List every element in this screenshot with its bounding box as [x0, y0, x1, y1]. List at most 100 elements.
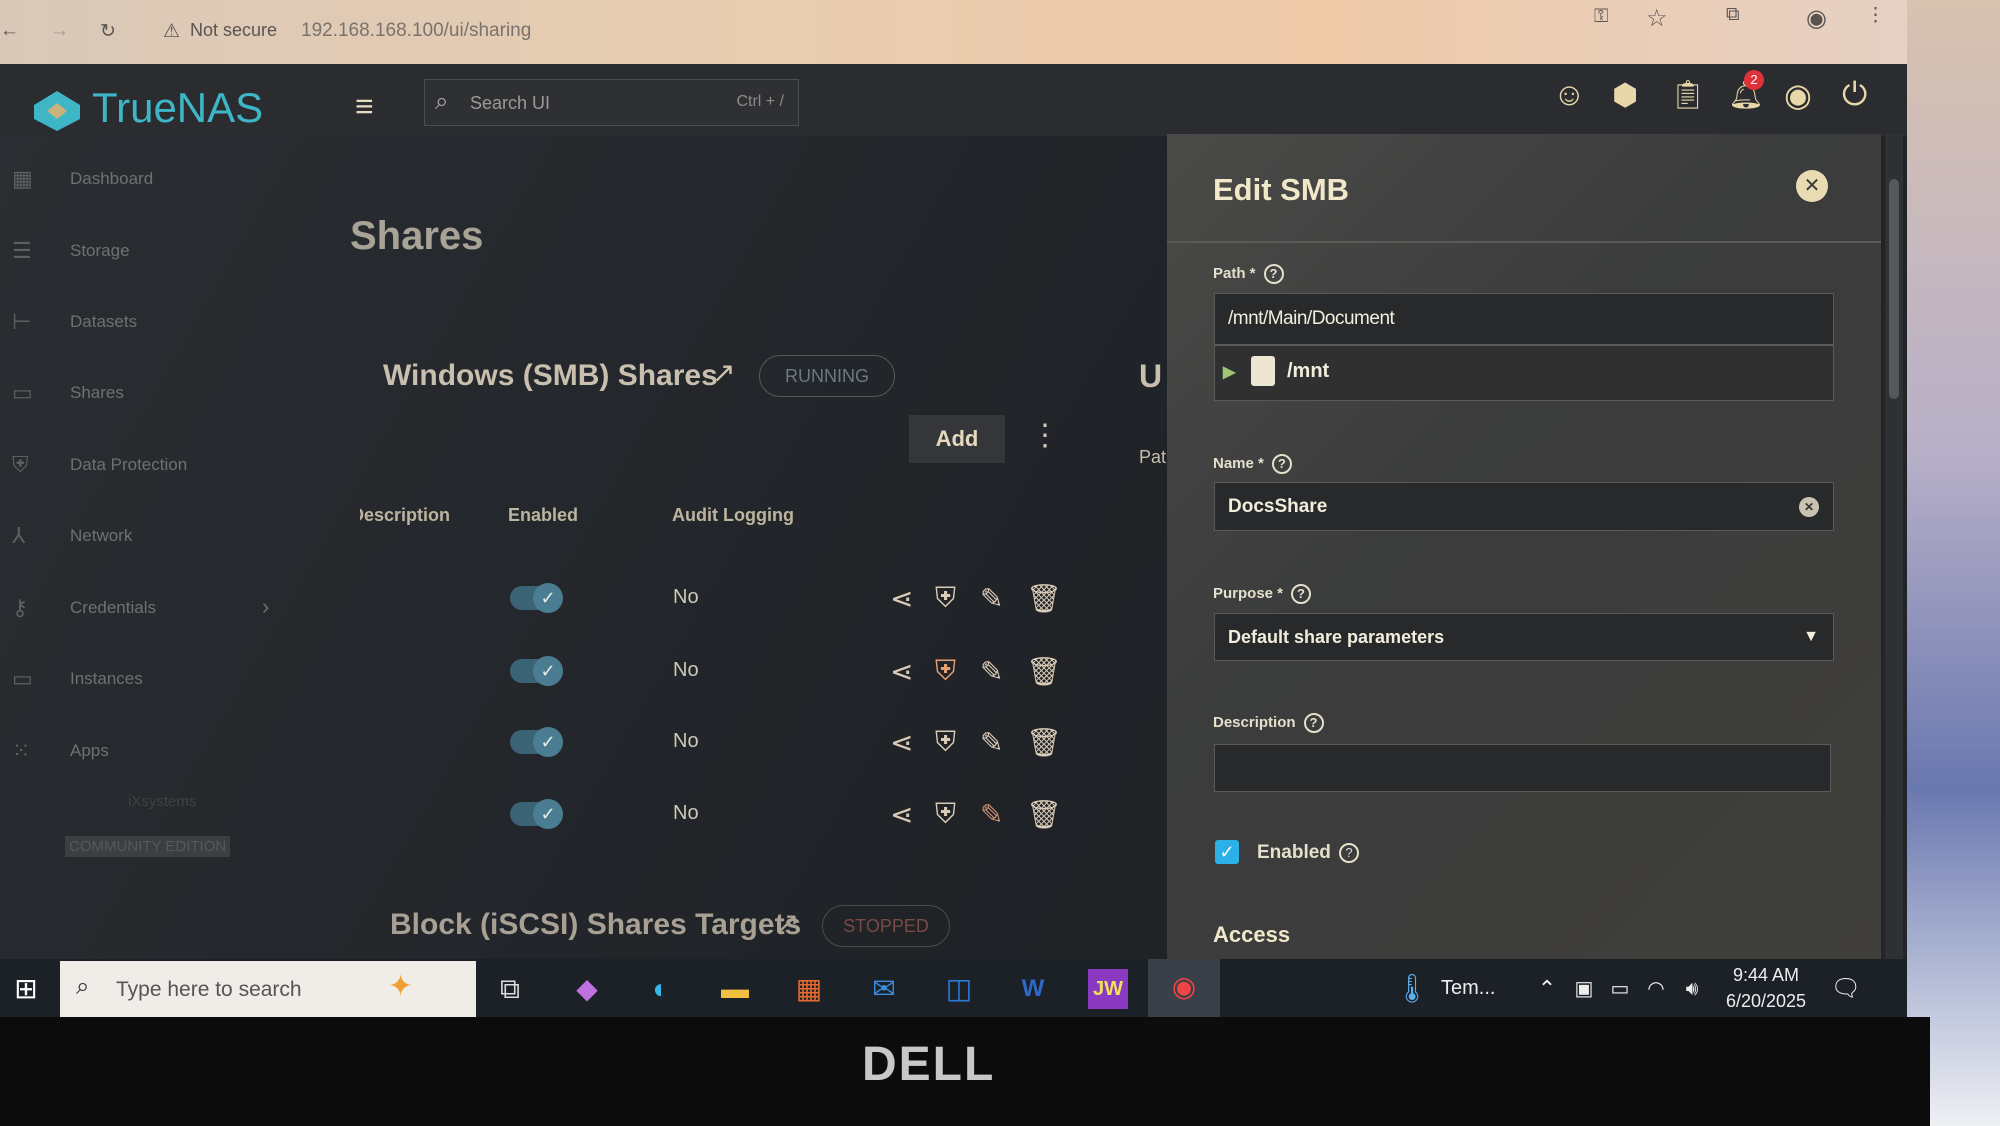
external-link-icon[interactable]: ↗ [776, 906, 799, 939]
security-shield-icon[interactable]: ⛨ [935, 798, 956, 831]
sidebar-item-data-protection[interactable]: ⛨ Data Protection [0, 437, 290, 497]
reload-icon[interactable]: ↻ [100, 20, 116, 43]
sidebar-item-shares[interactable]: ▭ Shares [0, 365, 290, 425]
scrollbar-thumb[interactable] [1889, 179, 1899, 399]
sidebar-item-storage[interactable]: ☰ Storage [0, 223, 290, 283]
panel-scrollbar[interactable] [1885, 134, 1903, 959]
column-audit-logging[interactable]: Audit Logging [672, 505, 794, 526]
enabled-toggle[interactable]: ✓ [510, 656, 563, 686]
security-shield-icon[interactable]: ⛨ [935, 582, 956, 615]
edition-badge: COMMUNITY EDITION [65, 836, 231, 857]
star-icon[interactable]: ☆ [1646, 4, 1668, 33]
share-icon[interactable]: ⋖ [890, 726, 913, 759]
outlook-new-icon[interactable]: ✉ [864, 969, 904, 1009]
share-icon[interactable]: ⋖ [890, 655, 913, 688]
help-icon[interactable]: ? [1339, 843, 1359, 863]
edge-icon[interactable]: ◐ [641, 969, 681, 1009]
edit-pencil-icon[interactable]: ✎ [980, 655, 1003, 688]
jw-app-icon[interactable]: JW [1088, 969, 1128, 1009]
share-icon[interactable]: ⋖ [890, 798, 913, 831]
sidebar-item-credentials[interactable]: ⚷ Credentials › [0, 580, 290, 640]
help-icon[interactable]: ? [1271, 454, 1292, 474]
key-icon[interactable]: ⚿ [1594, 6, 1608, 28]
share-icon[interactable]: ⋖ [890, 582, 913, 615]
check-icon: ✓ [533, 583, 563, 613]
clear-input-icon[interactable]: ✕ [1799, 497, 1819, 517]
copilot-icon[interactable]: ◆ [567, 969, 607, 1009]
storage-icon: ☰ [12, 238, 32, 263]
truenas-logo-icon [34, 91, 80, 131]
file-explorer-icon[interactable]: ▬ [715, 969, 755, 1009]
security-shield-icon[interactable]: ⛨ [935, 726, 956, 759]
account-icon[interactable]: ◉ [1784, 76, 1812, 114]
edit-pencil-icon[interactable]: ✎ [980, 582, 1003, 615]
add-share-button[interactable]: Add [909, 415, 1005, 463]
not-secure-label[interactable]: Not secure [190, 20, 277, 41]
weather-label[interactable]: Tem... [1441, 977, 1495, 1000]
url-bar[interactable]: 192.168.168.100/ui/sharing [301, 20, 531, 42]
key-icon: ⚷ [12, 595, 29, 620]
edit-pencil-icon[interactable]: ✎ [980, 726, 1003, 759]
wifi-icon[interactable]: ◠ [1636, 969, 1676, 1009]
path-input[interactable]: /mnt/Main/Document [1214, 293, 1834, 345]
sidebar-item-dashboard[interactable]: ▦ Dashboard [0, 151, 290, 211]
delete-trash-icon[interactable]: 🗑︎ [1026, 798, 1062, 831]
clock-time[interactable]: 9:44 AM [1726, 965, 1806, 986]
feedback-icon[interactable]: ☺ [1553, 76, 1586, 113]
security-shield-icon[interactable]: ⛨ [935, 655, 956, 688]
windows-taskbar: ⊞ ⌕ Type here to search ✦ ⧉ ◆ ◐ ▬ ▦ ✉ ◫ … [0, 959, 1907, 1017]
dashboard-icon: ▦ [12, 166, 33, 191]
power-icon[interactable]: ⏻ [1842, 76, 1867, 114]
camera-icon[interactable]: ▣ [1564, 969, 1604, 1009]
sidebar-item-apps[interactable]: ⁙ Apps [0, 723, 290, 783]
sidebar-item-datasets[interactable]: ⊢ Datasets [0, 294, 290, 354]
name-input[interactable]: DocsShare ✕ [1214, 482, 1834, 531]
outlook-icon[interactable]: ◫ [939, 969, 979, 1009]
enabled-toggle[interactable]: ✓ [510, 799, 563, 829]
close-icon[interactable]: ✕ [1796, 170, 1828, 202]
help-icon[interactable]: ? [1291, 584, 1312, 604]
sidebar-item-instances[interactable]: ▭ Instances [0, 651, 290, 711]
edit-pencil-icon[interactable]: ✎ [980, 798, 1003, 831]
taskbar-search-input[interactable]: ⌕ Type here to search ✦ [60, 961, 476, 1017]
help-icon[interactable]: ? [1263, 264, 1284, 284]
table-row: ✓ No ⋖ ⛨ ✎ 🗑︎ [350, 645, 1070, 705]
task-view-icon[interactable]: ⧉ [490, 969, 530, 1009]
back-icon[interactable]: ← [0, 20, 19, 42]
battery-icon[interactable]: ▭ [1600, 969, 1640, 1009]
purpose-select[interactable]: Default share parameters ▼ [1214, 613, 1834, 661]
search-input[interactable]: ⌕ Search UI Ctrl + / [424, 79, 799, 126]
truecommand-icon[interactable]: ⬢ [1612, 78, 1638, 113]
chrome-taskbar-button[interactable]: ◉ [1148, 959, 1220, 1017]
help-icon[interactable]: ? [1303, 713, 1324, 733]
menu-icon[interactable]: ⋮ [1866, 4, 1885, 27]
notification-center-icon[interactable]: 🗨︎ [1826, 969, 1866, 1009]
forward-icon[interactable]: → [50, 20, 69, 42]
app-logo-text[interactable]: TrueNAS [92, 84, 263, 132]
volume-icon[interactable]: 🔊︎ [1672, 969, 1712, 1009]
tree-node-mnt[interactable]: /mnt [1287, 360, 1329, 383]
word-icon[interactable]: W [1013, 969, 1053, 1009]
more-options-icon[interactable]: ⋮ [1030, 418, 1060, 453]
windows-start-icon[interactable]: ⊞ [6, 969, 46, 1009]
delete-trash-icon[interactable]: 🗑︎ [1026, 726, 1062, 759]
column-enabled[interactable]: Enabled [508, 505, 578, 526]
description-input[interactable] [1214, 744, 1831, 792]
enabled-toggle[interactable]: ✓ [510, 583, 563, 613]
external-link-icon[interactable]: ↗ [712, 356, 735, 389]
extensions-icon[interactable]: ⧉ [1726, 4, 1740, 26]
profile-icon[interactable]: ◉ [1806, 4, 1827, 33]
clock-date[interactable]: 6/20/2025 [1716, 991, 1816, 1012]
jobs-clipboard-icon[interactable]: 📋︎ [1670, 78, 1706, 111]
tray-caret-icon[interactable]: ⌃ [1527, 969, 1567, 1009]
hamburger-menu-icon[interactable]: ≡ [355, 88, 374, 125]
sidebar-item-network[interactable]: ⅄ Network [0, 508, 290, 568]
delete-trash-icon[interactable]: 🗑︎ [1026, 582, 1062, 615]
enabled-toggle[interactable]: ✓ [510, 727, 563, 757]
delete-trash-icon[interactable]: 🗑︎ [1026, 655, 1062, 688]
column-description[interactable]: Description [360, 505, 450, 526]
expand-arrow-icon[interactable]: ▶ [1223, 362, 1235, 382]
check-icon: ✓ [533, 799, 563, 829]
enabled-checkbox[interactable]: ✓ [1215, 840, 1239, 864]
store-icon[interactable]: ▦ [789, 969, 829, 1009]
